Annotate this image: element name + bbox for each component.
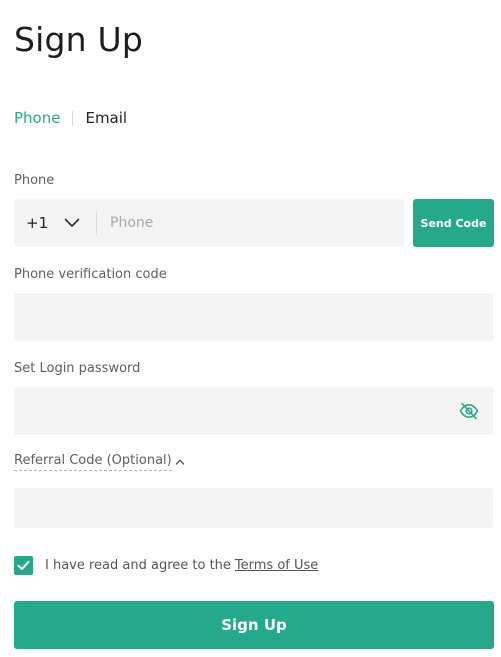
agree-text: I have read and agree to the bbox=[45, 558, 231, 573]
password-label: Set Login password bbox=[14, 361, 141, 376]
checkmark-icon bbox=[17, 560, 30, 570]
chevron-up-icon bbox=[175, 458, 185, 466]
referral-code-field bbox=[14, 488, 493, 528]
verification-code-label: Phone verification code bbox=[14, 267, 167, 282]
phone-label: Phone bbox=[14, 173, 55, 188]
terms-agreement-row: I have read and agree to the Terms of Us… bbox=[14, 556, 318, 575]
page-title: Sign Up bbox=[14, 20, 143, 59]
phone-field-group: +1 bbox=[14, 198, 404, 248]
chevron-down-icon bbox=[64, 218, 80, 228]
tab-divider bbox=[72, 110, 74, 126]
terms-of-use-link[interactable]: Terms of Use bbox=[235, 558, 318, 573]
tab-email[interactable]: Email bbox=[85, 108, 127, 128]
eye-off-icon[interactable] bbox=[459, 401, 479, 421]
tab-phone[interactable]: Phone bbox=[14, 108, 60, 128]
referral-code-toggle[interactable]: Referral Code (Optional) bbox=[14, 453, 185, 471]
password-input[interactable] bbox=[14, 387, 493, 435]
country-code-select[interactable]: +1 bbox=[14, 199, 96, 247]
password-field bbox=[14, 387, 493, 435]
referral-code-input[interactable] bbox=[14, 488, 493, 528]
agree-checkbox[interactable] bbox=[14, 556, 33, 575]
referral-code-label: Referral Code (Optional) bbox=[14, 453, 172, 471]
send-code-button[interactable]: Send Code bbox=[413, 199, 494, 247]
phone-input[interactable] bbox=[97, 198, 404, 248]
signup-method-tabs: Phone Email bbox=[14, 108, 127, 128]
verification-code-field bbox=[14, 293, 493, 341]
sign-up-button[interactable]: Sign Up bbox=[14, 601, 494, 649]
verification-code-input[interactable] bbox=[14, 293, 493, 341]
country-code-value: +1 bbox=[26, 214, 49, 232]
